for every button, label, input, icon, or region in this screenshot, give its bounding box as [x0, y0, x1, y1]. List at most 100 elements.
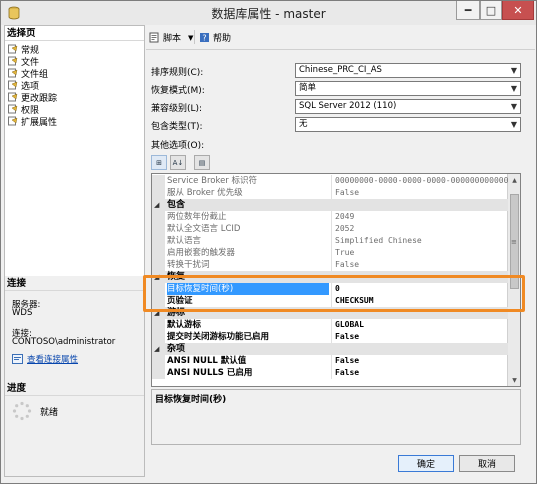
- scrollbar-grip-icon: ≡: [511, 238, 517, 246]
- property-value[interactable]: 2052: [331, 223, 508, 235]
- recovery-model-label: 恢复模式(M):: [151, 86, 205, 96]
- property-value[interactable]: False: [331, 259, 508, 271]
- property-row[interactable]: 两位数年份截止 2049: [152, 211, 508, 223]
- property-row[interactable]: 默认游标 GLOBAL: [152, 319, 508, 331]
- property-grid[interactable]: ▲ ≡ ▼ Service Broker 标识符 00000000-0000-00…: [151, 173, 521, 387]
- chevron-down-icon: ▼: [510, 84, 517, 93]
- containment-type-label: 包含类型(T):: [151, 122, 203, 132]
- property-row[interactable]: 默认语言 Simplified Chinese: [152, 235, 508, 247]
- close-icon: ✕: [513, 3, 523, 17]
- progress-header: 进度: [5, 381, 144, 396]
- collapse-toggle-icon[interactable]: ◢: [154, 199, 159, 211]
- property-value[interactable]: 00000000-0000-0000-0000-000000000000: [331, 175, 508, 187]
- property-name: 默认全文语言 LCID: [167, 224, 241, 234]
- toolbar-separator: [194, 30, 195, 44]
- property-value[interactable]: 0: [331, 283, 508, 295]
- property-row-gutter: [152, 331, 165, 343]
- property-value[interactable]: False: [331, 331, 508, 343]
- script-button[interactable]: 脚本 ▼: [149, 31, 193, 44]
- select-page-header: 选择页: [5, 26, 144, 41]
- property-row[interactable]: 启用嵌套的触发器 True: [152, 247, 508, 259]
- property-name: 提交时关闭游标功能已启用: [167, 332, 270, 342]
- property-category-row[interactable]: ◢ 杂项: [152, 343, 508, 355]
- alphabetical-button[interactable]: A↓: [170, 155, 186, 170]
- property-category-row[interactable]: ◢ 恢复: [152, 271, 508, 283]
- property-category-row[interactable]: ◢ 游标: [152, 307, 508, 319]
- view-connection-properties-link[interactable]: 查看连接属性: [12, 353, 78, 365]
- page-list-item[interactable]: 常规: [8, 43, 39, 56]
- property-row[interactable]: ANSI NULL 默认值 False: [152, 355, 508, 367]
- collapse-toggle-icon[interactable]: ◢: [154, 343, 159, 355]
- maximize-button[interactable]: □: [480, 1, 502, 20]
- property-row-gutter: [152, 259, 165, 271]
- property-grid-scrollbar[interactable]: ▲ ≡ ▼: [507, 174, 520, 386]
- cancel-button[interactable]: 取消: [459, 455, 515, 472]
- recovery-model-value: 简单: [299, 83, 317, 93]
- toolbar: 脚本 ▼ ? 帮助: [146, 25, 535, 50]
- collation-select[interactable]: Chinese_PRC_CI_AS ▼: [295, 63, 521, 78]
- property-value[interactable]: Simplified Chinese: [331, 235, 508, 247]
- property-row[interactable]: 服从 Broker 优先级 False: [152, 187, 508, 199]
- page-icon: [8, 80, 18, 90]
- property-value[interactable]: 2049: [331, 211, 508, 223]
- scroll-up-icon[interactable]: ▲: [508, 174, 520, 186]
- property-row[interactable]: 页验证 CHECKSUM: [152, 295, 508, 307]
- property-value[interactable]: False: [331, 367, 508, 379]
- other-options-label: 其他选项(O):: [151, 141, 205, 151]
- containment-type-value: 无: [299, 119, 308, 129]
- property-row-selected[interactable]: 目标恢复时间(秒) 0: [152, 283, 508, 295]
- collapse-toggle-icon[interactable]: ◢: [154, 271, 159, 283]
- connection-properties-icon: [12, 354, 23, 364]
- property-value[interactable]: CHECKSUM: [331, 295, 508, 307]
- page-list-item[interactable]: 更改跟踪: [8, 91, 57, 104]
- collapse-toggle-icon[interactable]: ◢: [154, 307, 159, 319]
- property-name: Service Broker 标识符: [167, 176, 258, 186]
- minimize-button[interactable]: ━: [456, 1, 480, 20]
- property-value[interactable]: False: [331, 187, 508, 199]
- collation-label: 排序规则(C):: [151, 68, 204, 78]
- compatibility-level-select[interactable]: SQL Server 2012 (110) ▼: [295, 99, 521, 114]
- compatibility-level-label: 兼容级别(L):: [151, 104, 203, 114]
- property-row-gutter: [152, 283, 165, 295]
- property-category-label: 包含: [167, 200, 186, 210]
- ok-button[interactable]: 确定: [398, 455, 454, 472]
- containment-type-select[interactable]: 无 ▼: [295, 117, 521, 132]
- page-icon: [8, 104, 18, 114]
- connection-value: CONTOSO\administrator: [12, 337, 116, 347]
- property-description-panel: 目标恢复时间(秒): [151, 389, 521, 445]
- property-row[interactable]: 提交时关闭游标功能已启用 False: [152, 331, 508, 343]
- property-row-gutter: [152, 175, 165, 187]
- property-value[interactable]: False: [331, 355, 508, 367]
- help-button[interactable]: ? 帮助: [199, 31, 231, 44]
- recovery-model-select[interactable]: 简单 ▼: [295, 81, 521, 96]
- page-list-item[interactable]: 选项: [8, 79, 39, 92]
- page-list-item[interactable]: 扩展属性: [8, 115, 57, 128]
- property-name: 服从 Broker 优先级: [167, 188, 243, 198]
- property-row-gutter: [152, 223, 165, 235]
- page-list-item[interactable]: 权限: [8, 103, 39, 116]
- property-category-row[interactable]: ◢ 包含: [152, 199, 508, 211]
- property-pages-button[interactable]: ▤: [194, 155, 210, 170]
- view-connection-properties-label[interactable]: 查看连接属性: [27, 353, 78, 365]
- property-name: 页验证: [167, 296, 193, 306]
- property-row[interactable]: 转换干扰词 False: [152, 259, 508, 271]
- property-value[interactable]: GLOBAL: [331, 319, 508, 331]
- property-row-gutter: [152, 355, 165, 367]
- page-icon: [8, 68, 18, 78]
- property-row[interactable]: Service Broker 标识符 00000000-0000-0000-000…: [152, 175, 508, 187]
- script-dropdown-icon[interactable]: ▼: [188, 34, 193, 42]
- property-name: ANSI NULL 默认值: [167, 356, 247, 366]
- property-name: 转换干扰词: [167, 260, 210, 270]
- property-row[interactable]: 默认全文语言 LCID 2052: [152, 223, 508, 235]
- close-button[interactable]: ✕: [502, 1, 534, 20]
- page-list-item[interactable]: 文件: [8, 55, 39, 68]
- script-label: 脚本: [163, 34, 182, 44]
- property-row[interactable]: ANSI NULLS 已启用 False: [152, 367, 508, 379]
- property-value[interactable]: True: [331, 247, 508, 259]
- title-bar[interactable]: 数据库属性 - master ━ □ ✕: [1, 1, 536, 25]
- categorized-button[interactable]: ⊞: [151, 155, 167, 170]
- page-icon: [8, 92, 18, 102]
- connection-header: 连接: [5, 276, 144, 291]
- page-list-item[interactable]: 文件组: [8, 67, 48, 80]
- scroll-down-icon[interactable]: ▼: [508, 374, 520, 386]
